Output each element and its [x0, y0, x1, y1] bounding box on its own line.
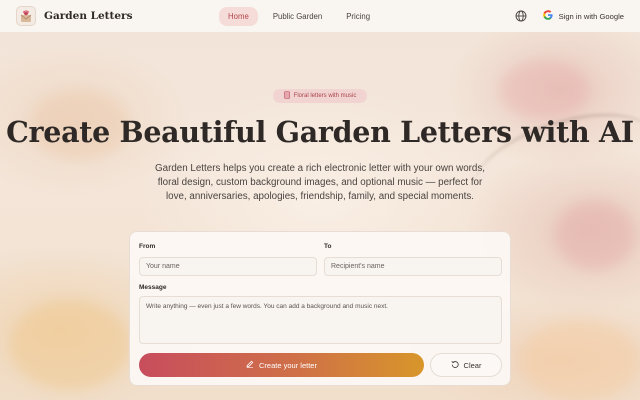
google-icon [542, 10, 553, 22]
logo-icon[interactable] [16, 6, 36, 26]
message-textarea[interactable]: Write anything — even just a few words. … [139, 296, 502, 344]
message-label: Message [139, 284, 167, 291]
page-subtitle: Garden Letters helps you create a rich e… [155, 163, 485, 202]
hero-badge-label: Floral letters with music [293, 93, 357, 99]
brand-name[interactable]: Garden Letters [44, 10, 219, 22]
nav-pricing[interactable]: Pricing [337, 7, 379, 26]
pencil-icon [246, 360, 254, 370]
letter-icon [283, 91, 290, 101]
create-letter-label: Create your letter [259, 360, 317, 370]
from-label: From [139, 243, 156, 250]
from-input[interactable]: Your name [139, 257, 317, 276]
signin-label: Sign in with Google [558, 11, 624, 21]
nav-public-garden[interactable]: Public Garden [264, 7, 331, 26]
main-nav: Home Public Garden Pricing [219, 6, 379, 26]
to-input[interactable]: Recipient's name [324, 257, 502, 276]
top-navbar: Garden Letters Home Public Garden Pricin… [0, 0, 640, 32]
clear-button[interactable]: Clear [430, 353, 502, 377]
hero-badge: Floral letters with music [273, 89, 367, 103]
clear-label: Clear [463, 360, 482, 370]
google-signin-button[interactable]: Sign in with Google [542, 10, 624, 22]
to-label: To [324, 243, 332, 250]
nav-home[interactable]: Home [219, 6, 258, 26]
letter-form: From Your name To Recipient's name Messa… [129, 231, 511, 386]
create-letter-button[interactable]: Create your letter [139, 353, 424, 377]
globe-icon[interactable] [515, 10, 527, 22]
reset-icon [451, 360, 459, 370]
page-title: Create Beautiful Garden Letters with AI [6, 115, 634, 149]
